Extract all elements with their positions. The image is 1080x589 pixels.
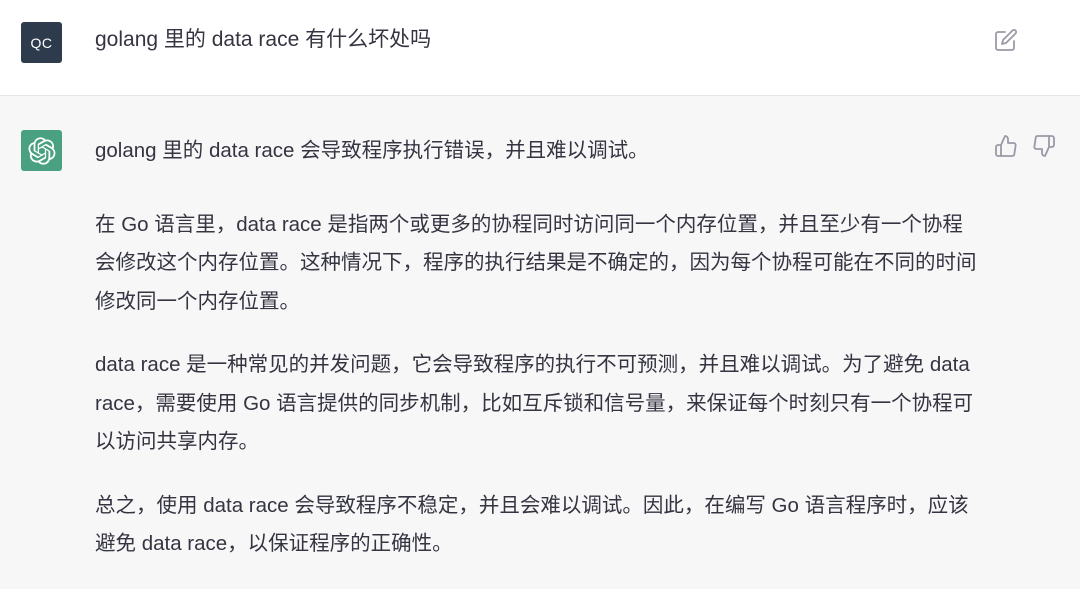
thumbs-up-icon[interactable] [994, 134, 1018, 158]
openai-logo-icon [21, 130, 62, 171]
edit-icon[interactable] [994, 28, 1018, 52]
answer-paragraph: 在 Go 语言里，data race 是指两个或更多的协程同时访问同一个内存位置… [95, 212, 977, 313]
user-avatar: QC [21, 22, 62, 63]
answer-paragraph: golang 里的 data race 会导致程序执行错误，并且难以调试。 [95, 139, 649, 162]
answer-paragraph: data race 是一种常见的并发问题，它会导致程序的执行不可预测，并且难以调… [95, 353, 974, 453]
user-message-row: QC golang 里的 data race 有什么坏处吗 [0, 0, 1080, 96]
user-message-text: golang 里的 data race 有什么坏处吗 [95, 28, 432, 51]
user-avatar-initials: QC [30, 34, 53, 51]
assistant-message-row: golang 里的 data race 会导致程序执行错误，并且难以调试。 在 … [0, 96, 1080, 575]
thumbs-down-icon[interactable] [1032, 134, 1056, 158]
answer-paragraph: 总之，使用 data race 会导致程序不稳定，并且会难以调试。因此，在编写 … [95, 493, 969, 556]
assistant-answer: golang 里的 data race 会导致程序执行错误，并且难以调试。 在 … [95, 132, 980, 589]
